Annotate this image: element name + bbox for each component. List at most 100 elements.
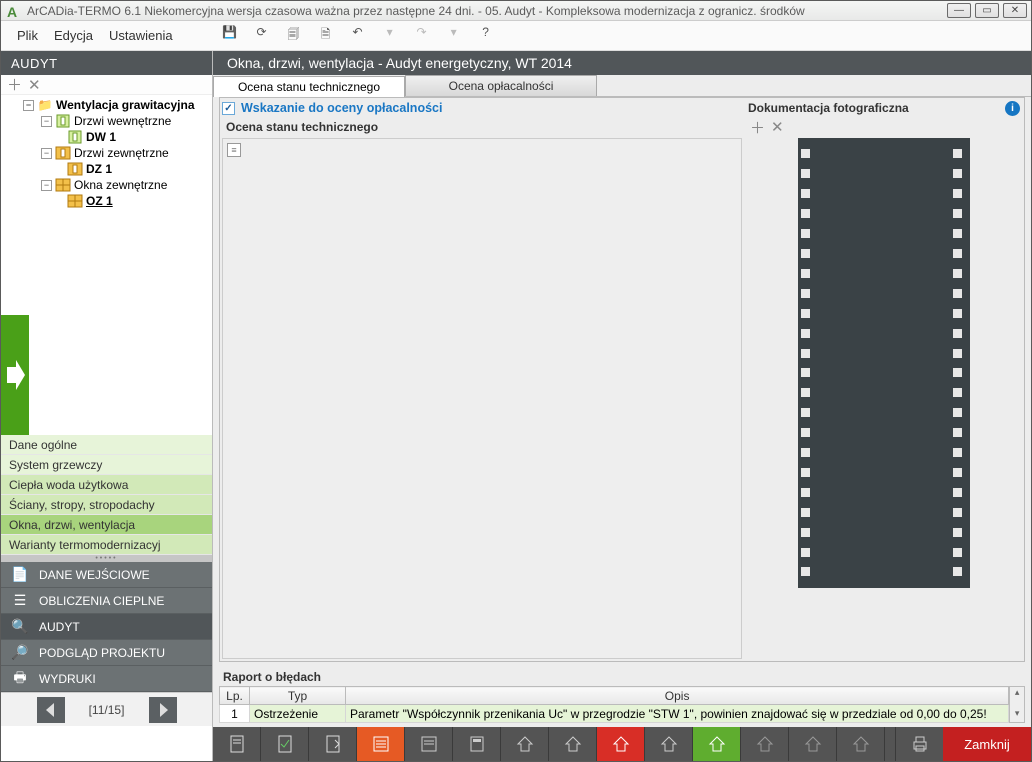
section-general[interactable]: Dane ogólne (1, 435, 212, 455)
nav-input-data[interactable]: 📄DANE WEJŚCIOWE (1, 562, 212, 588)
nav-audit[interactable]: 🔍AUDYT (1, 614, 212, 640)
bb-print-icon[interactable] (895, 727, 943, 761)
bb-home6-icon[interactable] (837, 727, 885, 761)
doc-icon: 📄 (11, 566, 29, 583)
error-scrollbar[interactable]: ▴▾ (1009, 686, 1025, 723)
cell-desc: Parametr "Współczynnik przenikania Uc" w… (346, 705, 1009, 723)
tree[interactable]: − 📁 Wentylacja grawitacyjna − Drzwi wewn… (1, 95, 212, 315)
filmstrip (748, 136, 1020, 661)
tab-profitability[interactable]: Ocena opłacalności (405, 75, 597, 96)
bb-home5-icon[interactable] (789, 727, 837, 761)
prev-page-button[interactable] (37, 697, 65, 723)
bb-calc-icon[interactable] (453, 727, 501, 761)
title-bar: A ArCADia-TERMO 6.1 Niekomercyjna wersja… (1, 1, 1031, 21)
tree-root[interactable]: Wentylacja grawitacyjna (56, 98, 195, 112)
tree-group[interactable]: Drzwi wewnętrzne (74, 114, 171, 128)
page-nav: [11/15] (1, 692, 212, 726)
bb-home1-icon[interactable] (501, 727, 549, 761)
section-heating[interactable]: System grzewczy (1, 455, 212, 475)
save-icon[interactable]: 💾 (221, 25, 239, 46)
bb-doc3-icon[interactable] (309, 727, 357, 761)
tree-collapse-icon[interactable]: − (23, 100, 34, 111)
door-inner-icon (67, 130, 83, 144)
bb-list-orange-icon[interactable] (357, 727, 405, 761)
section-variants[interactable]: Warianty termomodernizacyj (1, 535, 212, 555)
bb-home2-icon[interactable] (549, 727, 597, 761)
bottom-toolbar: Zamknij (213, 727, 1031, 761)
section-dhw[interactable]: Ciepła woda użytkowa (1, 475, 212, 495)
cell-lp: 1 (220, 705, 250, 723)
content-area: Okna, drzwi, wentylacja - Audyt energety… (213, 51, 1031, 761)
photo-section-title: Dokumentacja fotograficzna (748, 101, 909, 115)
help-icon[interactable]: ? (477, 25, 495, 46)
preview-icon: 🔎 (11, 644, 29, 661)
add-icon[interactable]: ＋ (7, 74, 22, 95)
info-icon[interactable]: i (1005, 101, 1020, 116)
profitability-label: Wskazanie do oceny opłacalności (241, 101, 442, 115)
copy-icon[interactable]: 🗐 (285, 25, 303, 46)
note-icon[interactable]: ≡ (227, 143, 241, 157)
nav-printouts[interactable]: 🖶WYDRUKI (1, 666, 212, 692)
minimize-button[interactable]: — (947, 3, 971, 18)
tree-group[interactable]: Okna zewnętrzne (74, 178, 167, 192)
table-row[interactable]: 1 Ostrzeżenie Parametr "Współczynnik prz… (220, 705, 1009, 723)
tree-leaf-selected[interactable]: OZ 1 (86, 194, 113, 208)
next-page-button[interactable] (149, 697, 177, 723)
undo-icon[interactable]: ↶ (349, 25, 367, 46)
bb-doc2-icon[interactable] (261, 727, 309, 761)
col-lp[interactable]: Lp. (220, 687, 250, 705)
close-button[interactable]: ✕ (1003, 3, 1027, 18)
redo-menu-icon[interactable]: ▾ (445, 25, 463, 46)
refresh-icon[interactable]: ⟳ (253, 25, 271, 46)
tree-leaf[interactable]: DW 1 (86, 130, 116, 144)
main-nav: 📄DANE WEJŚCIOWE ☰OBLICZENIA CIEPLNE 🔍AUD… (1, 562, 212, 692)
tree-collapse-icon[interactable]: − (41, 148, 52, 159)
bb-home-green-icon[interactable] (693, 727, 741, 761)
technical-description-input[interactable]: ≡ (222, 138, 742, 659)
doc-refresh-icon[interactable]: 🗎 (317, 25, 335, 46)
door-outer-icon (55, 146, 71, 160)
redo-icon[interactable]: ↷ (413, 25, 431, 46)
content-tabs: Ocena stanu technicznego Ocena opłacalno… (213, 75, 1031, 97)
bb-doc1-icon[interactable] (213, 727, 261, 761)
bb-home3-icon[interactable] (645, 727, 693, 761)
tree-leaf[interactable]: DZ 1 (86, 162, 112, 176)
page-indicator: [11/15] (77, 703, 137, 717)
tree-collapse-icon[interactable]: − (41, 116, 52, 127)
remove-icon[interactable]: ✕ (28, 76, 41, 94)
col-type[interactable]: Typ (250, 687, 346, 705)
menu-file[interactable]: Plik (17, 28, 38, 43)
remove-photo-icon[interactable]: ✕ (771, 118, 784, 136)
sidebar: AUDYT ＋ ✕ − 📁 Wentylacja grawitacyjna − … (1, 51, 213, 761)
bb-list-icon[interactable] (405, 727, 453, 761)
bb-home-red-icon[interactable] (597, 727, 645, 761)
maximize-button[interactable]: ▭ (975, 3, 999, 18)
undo-menu-icon[interactable]: ▾ (381, 25, 399, 46)
tree-group[interactable]: Drzwi zewnętrzne (74, 146, 169, 160)
nav-forward-indicator (1, 315, 29, 435)
section-walls[interactable]: Ściany, stropy, stropodachy (1, 495, 212, 515)
content-header: Okna, drzwi, wentylacja - Audyt energety… (213, 51, 1031, 75)
add-photo-icon[interactable]: ＋ (750, 117, 765, 138)
menu-edit[interactable]: Edycja (54, 28, 93, 43)
window-outer-icon (67, 194, 83, 208)
technical-section-title: Ocena stanu technicznego (220, 118, 744, 136)
col-desc[interactable]: Opis (346, 687, 1009, 705)
tree-collapse-icon[interactable]: − (41, 180, 52, 191)
menu-settings[interactable]: Ustawienia (109, 28, 173, 43)
section-windows[interactable]: Okna, drzwi, wentylacja (1, 515, 212, 535)
workspace: ✓ Wskazanie do oceny opłacalności Ocena … (219, 97, 1025, 662)
nav-thermal[interactable]: ☰OBLICZENIA CIEPLNE (1, 588, 212, 614)
magnifier-icon: 🔍 (11, 618, 29, 635)
technical-panel: ✓ Wskazanie do oceny opłacalności Ocena … (220, 98, 744, 661)
toolbar: 💾 ⟳ 🗐 🗎 ↶ ▾ ↷ ▾ ? (221, 25, 495, 46)
sidebar-header: AUDYT (1, 51, 212, 75)
sidebar-tools: ＋ ✕ (1, 75, 212, 95)
tab-technical[interactable]: Ocena stanu technicznego (213, 76, 405, 97)
close-app-button[interactable]: Zamknij (943, 727, 1031, 761)
bb-home4-icon[interactable] (741, 727, 789, 761)
window-title: ArCADia-TERMO 6.1 Niekomercyjna wersja c… (27, 4, 947, 18)
splitter-handle[interactable]: ••••• (1, 555, 212, 562)
profitability-checkbox[interactable]: ✓ (222, 102, 235, 115)
nav-preview[interactable]: 🔎PODGLĄD PROJEKTU (1, 640, 212, 666)
